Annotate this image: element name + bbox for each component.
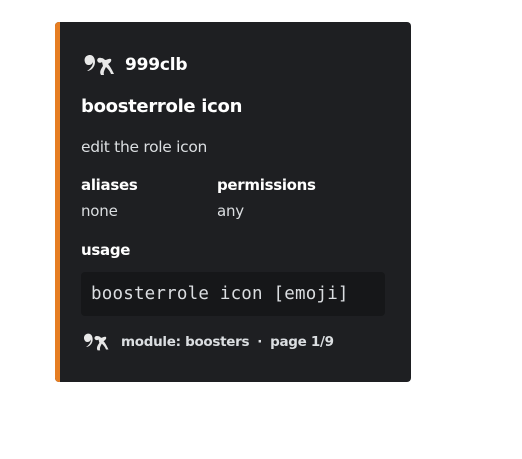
field-usage-name: usage <box>81 241 131 259</box>
field-aliases-name: aliases <box>81 176 138 194</box>
field-permissions-value: any <box>217 202 244 220</box>
field-usage: usage <box>81 241 130 259</box>
field-permissions-name: permissions <box>217 176 316 194</box>
usage-code-block: boosterrole icon [emoji] <box>81 272 385 316</box>
footer-page: page 1/9 <box>270 334 334 350</box>
embed-author: 999clb <box>81 52 188 78</box>
embed-content: 999clb boosterrole icon edit the role ic… <box>81 22 399 382</box>
author-name[interactable]: 999clb <box>125 55 188 75</box>
field-permissions: permissions any <box>217 176 316 220</box>
embed-title: boosterrole icon <box>81 96 243 117</box>
field-aliases-value: none <box>81 202 118 220</box>
footer-module: module: boosters <box>121 334 250 350</box>
bot-logo-icon <box>81 331 111 353</box>
usage-code-text: boosterrole icon [emoji] <box>91 284 349 304</box>
field-aliases: aliases none <box>81 176 138 220</box>
embed-footer: module: boosters · page 1/9 <box>81 330 334 354</box>
embed-accent-bar <box>55 22 60 382</box>
help-embed: 999clb boosterrole icon edit the role ic… <box>55 22 411 382</box>
bot-logo-icon <box>81 52 117 78</box>
embed-description: edit the role icon <box>81 138 208 156</box>
footer-separator: · <box>257 334 263 350</box>
